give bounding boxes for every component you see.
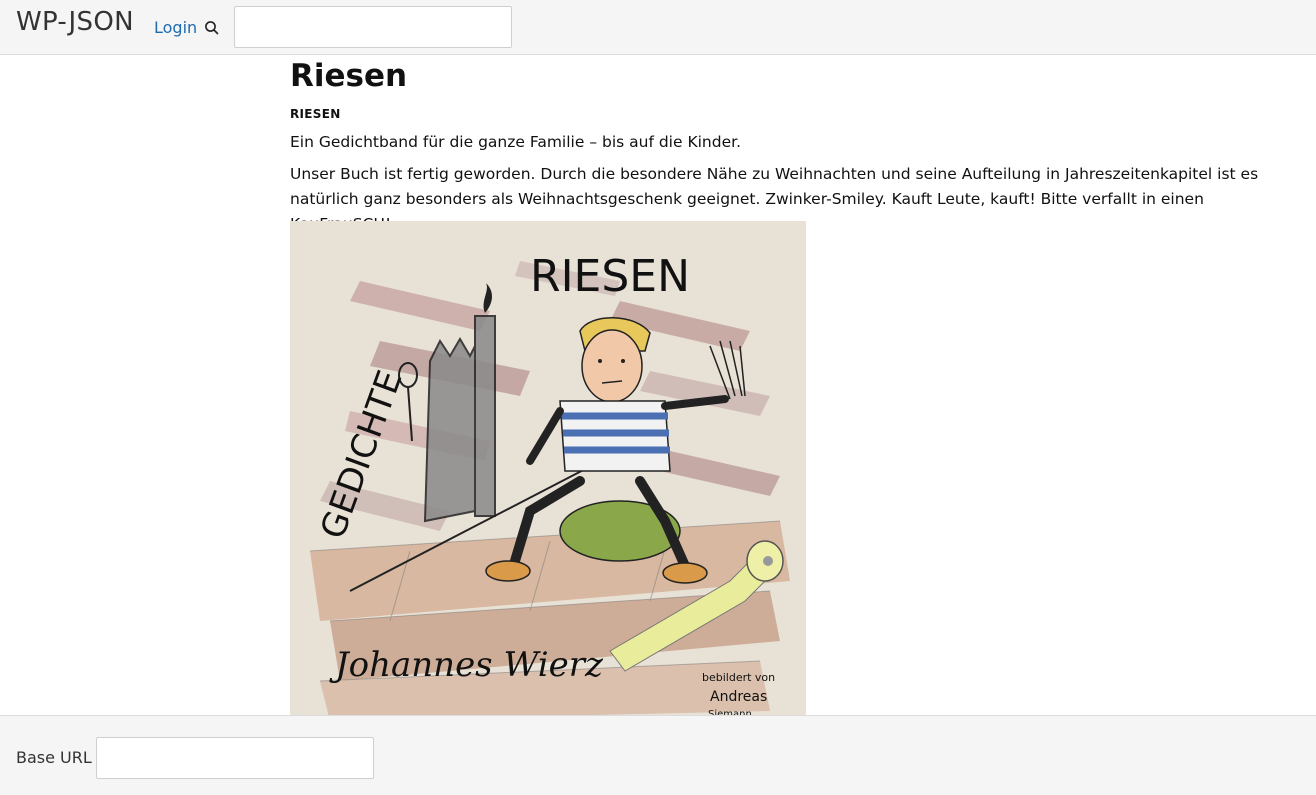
cover-credit-line2: Andreas [710, 689, 767, 705]
book-cover-illustration: RIESEN GEDICHTE Johannes Wierz bebildert… [290, 221, 806, 721]
site-brand[interactable]: WP-JSON [16, 7, 134, 37]
search-input[interactable] [234, 6, 512, 48]
article-title: Riesen [290, 58, 408, 94]
base-url-label: Base URL [16, 748, 92, 767]
cover-author: Johannes Wierz [329, 645, 604, 685]
cover-credit-line1: bebildert von [702, 671, 775, 684]
cover-title: RIESEN [530, 251, 690, 302]
footer-bar: Base URL [0, 715, 1316, 795]
login-link[interactable]: Login [154, 18, 197, 37]
book-cover-image: RIESEN GEDICHTE Johannes Wierz bebildert… [290, 221, 806, 721]
article-paragraph: Ein Gedichtband für die ganze Familie – … [290, 133, 741, 151]
top-navbar: WP-JSON Login [0, 0, 1316, 55]
article-subtitle: RIESEN [290, 107, 341, 121]
search-icon[interactable] [204, 20, 220, 36]
article: Riesen RIESEN Ein Gedichtband für die ga… [290, 55, 1280, 237]
base-url-input[interactable] [96, 737, 374, 779]
